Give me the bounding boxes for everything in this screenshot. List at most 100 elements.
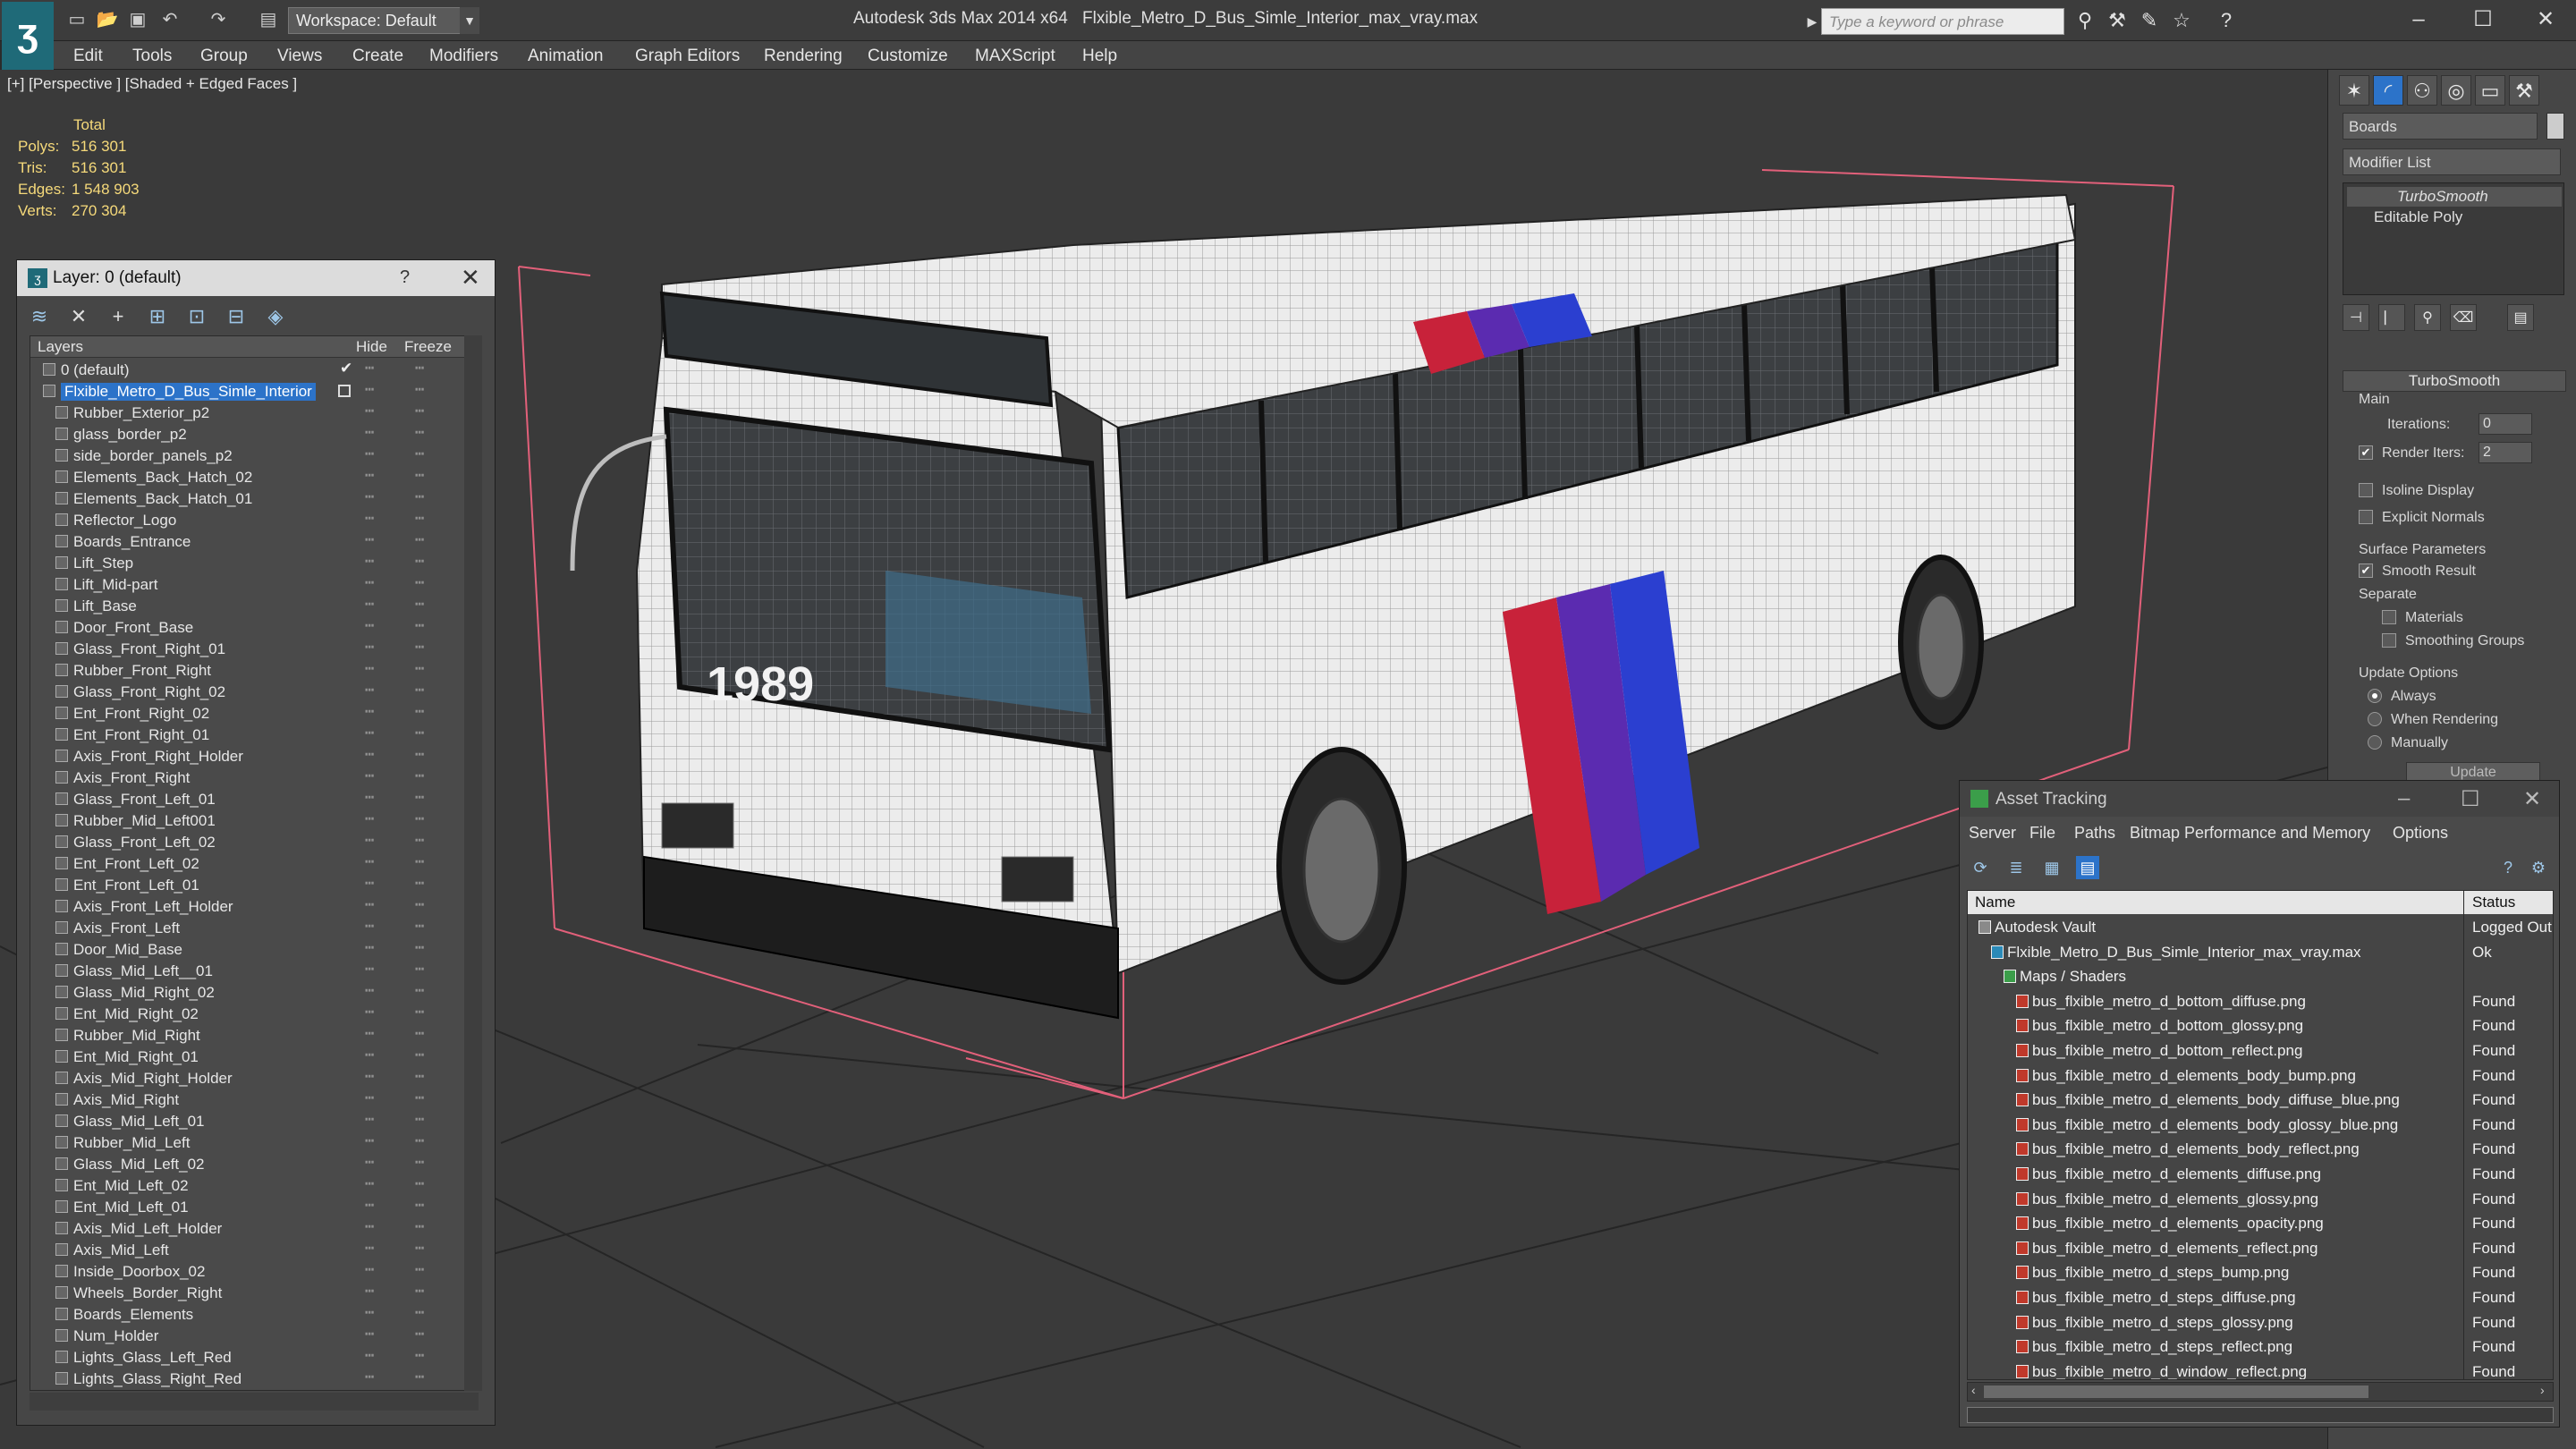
freeze-toggle-icon[interactable]: ┅ <box>415 1175 424 1193</box>
layer-row[interactable]: Ent_Front_Right_02 ┅ ┅ <box>30 703 478 724</box>
maximize-icon[interactable]: ☐ <box>2461 786 2480 812</box>
hide-toggle-icon[interactable]: ┅ <box>365 1368 374 1386</box>
freeze-toggle-icon[interactable]: ┅ <box>415 1197 424 1215</box>
layer-row[interactable]: Ent_Mid_Left_02 ┅ ┅ <box>30 1175 478 1197</box>
layer-row[interactable]: Inside_Doorbox_02 ┅ ┅ <box>30 1261 478 1283</box>
display-tab-icon[interactable]: ▭ <box>2475 75 2505 106</box>
chevron-down-icon[interactable]: ▼ <box>460 7 479 34</box>
col-freeze[interactable]: Freeze <box>404 338 452 356</box>
hide-toggle-icon[interactable]: ┅ <box>365 789 374 807</box>
binoculars-icon[interactable]: ⚲ <box>2072 7 2098 34</box>
freeze-toggle-icon[interactable]: ┅ <box>415 939 424 957</box>
layer-row[interactable]: Door_Mid_Base ┅ ┅ <box>30 939 478 961</box>
at-menu-paths[interactable]: Paths <box>2074 824 2115 843</box>
menu-tools[interactable]: Tools <box>132 47 172 66</box>
asset-tracking-title-bar[interactable]: Asset Tracking – ☐ ✕ <box>1960 781 2559 817</box>
freeze-toggle-icon[interactable]: ┅ <box>415 531 424 549</box>
layer-row[interactable]: Axis_Front_Left_Holder ┅ ┅ <box>30 896 478 918</box>
hide-toggle-icon[interactable]: ┅ <box>365 553 374 571</box>
hide-toggle-icon[interactable]: ┅ <box>365 1046 374 1064</box>
asset-row[interactable]: bus_flxible_metro_d_elements_body_glossy… <box>1968 1114 2553 1137</box>
hide-toggle-icon[interactable]: ┅ <box>365 1111 374 1129</box>
freeze-toggle-icon[interactable]: ┅ <box>415 918 424 936</box>
col-hide[interactable]: Hide <box>356 338 387 356</box>
close-icon[interactable]: ✕ <box>461 264 480 292</box>
close-icon[interactable]: ✕ <box>2521 4 2571 36</box>
menu-edit[interactable]: Edit <box>73 47 103 66</box>
layer-row[interactable]: Rubber_Mid_Left001 ┅ ┅ <box>30 810 478 832</box>
layer-panel-title-bar[interactable]: ʒ Layer: 0 (default) ? ✕ <box>17 260 495 296</box>
hide-toggle-icon[interactable]: ┅ <box>365 510 374 528</box>
asset-row[interactable]: bus_flxible_metro_d_bottom_diffuse.png Fo… <box>1968 990 2553 1013</box>
layer-row[interactable]: Rubber_Mid_Left ┅ ┅ <box>30 1132 478 1154</box>
layer-row[interactable]: Ent_Mid_Right_02 ┅ ┅ <box>30 1004 478 1025</box>
hide-toggle-icon[interactable]: ┅ <box>365 531 374 549</box>
freeze-toggle-icon[interactable]: ┅ <box>415 789 424 807</box>
hide-toggle-icon[interactable]: ┅ <box>365 1089 374 1107</box>
layer-row[interactable]: side_border_panels_p2 ┅ ┅ <box>30 445 478 467</box>
freeze-toggle-icon[interactable]: ┅ <box>415 1240 424 1258</box>
freeze-toggle-icon[interactable]: ┅ <box>415 724 424 742</box>
isoline-display-checkbox[interactable] <box>2359 483 2373 497</box>
pin-stack-icon[interactable]: ⊣ <box>2343 304 2369 331</box>
subscription-icon[interactable]: ⚒ <box>2104 7 2131 34</box>
delete-layer-icon[interactable]: ✕ <box>65 303 92 330</box>
menu-maxscript[interactable]: MAXScript <box>975 47 1055 66</box>
layer-row[interactable]: Lights_Glass_Right_Red ┅ ┅ <box>30 1368 478 1390</box>
render-iters-checkbox[interactable]: ✔ <box>2359 445 2373 460</box>
freeze-toggle-icon[interactable]: ┅ <box>415 875 424 893</box>
layer-row[interactable]: Ent_Front_Left_02 ┅ ┅ <box>30 853 478 875</box>
at-menu-server[interactable]: Server <box>1969 824 2016 843</box>
hide-toggle-icon[interactable]: ┅ <box>365 918 374 936</box>
freeze-toggle-icon[interactable]: ┅ <box>415 1261 424 1279</box>
highlight-layer-icon[interactable]: ⊟ <box>223 303 250 330</box>
asset-row[interactable]: bus_flxible_metro_d_steps_bump.png Found <box>1968 1261 2553 1284</box>
freeze-toggle-icon[interactable]: ┅ <box>415 703 424 721</box>
create-tab-icon[interactable]: ✶ <box>2339 75 2369 106</box>
asset-path-field[interactable] <box>1967 1407 2554 1423</box>
layer-row[interactable]: Ent_Front_Left_01 ┅ ┅ <box>30 875 478 896</box>
layer-row[interactable]: Boards_Entrance ┅ ┅ <box>30 531 478 553</box>
hide-all-icon[interactable]: ◈ <box>262 303 289 330</box>
freeze-toggle-icon[interactable]: ┅ <box>415 574 424 592</box>
asset-row[interactable]: bus_flxible_metro_d_elements_glossy.png F… <box>1968 1188 2553 1211</box>
close-icon[interactable]: ✕ <box>2523 786 2541 812</box>
freeze-toggle-icon[interactable]: ┅ <box>415 682 424 699</box>
menu-customize[interactable]: Customize <box>868 47 948 66</box>
layer-vertical-scrollbar[interactable] <box>464 335 482 1391</box>
freeze-toggle-icon[interactable]: ┅ <box>415 1089 424 1107</box>
favorites-star-icon[interactable]: ☆ <box>2168 7 2195 34</box>
asset-row[interactable]: bus_flxible_metro_d_bottom_glossy.png Fou… <box>1968 1014 2553 1038</box>
hide-toggle-icon[interactable]: ┅ <box>365 1304 374 1322</box>
asset-grid[interactable]: Name Status Autodesk Vault Logged Out Flxi… <box>1967 890 2554 1380</box>
freeze-toggle-icon[interactable]: ┅ <box>415 1132 424 1150</box>
layer-row[interactable]: Elements_Back_Hatch_02 ┅ ┅ <box>30 467 478 488</box>
freeze-toggle-icon[interactable]: ┅ <box>415 660 424 678</box>
layer-row[interactable]: Lift_Base ┅ ┅ <box>30 596 478 617</box>
menu-graph-editors[interactable]: Graph Editors <box>635 47 740 66</box>
layer-row[interactable]: Lights_Glass_Left_Red ┅ ┅ <box>30 1347 478 1368</box>
viewport-label[interactable]: [+] [Perspective ] [Shaded + Edged Faces… <box>7 75 297 93</box>
layer-row[interactable]: Ent_Front_Right_01 ┅ ┅ <box>30 724 478 746</box>
asset-row[interactable]: bus_flxible_metro_d_bottom_reflect.png Fo… <box>1968 1039 2553 1063</box>
freeze-toggle-icon[interactable]: ┅ <box>415 381 424 399</box>
hide-toggle-icon[interactable]: ┅ <box>365 660 374 678</box>
layer-manager-icon[interactable]: ≋ <box>26 303 53 330</box>
hide-toggle-icon[interactable]: ┅ <box>365 853 374 871</box>
hide-toggle-icon[interactable]: ┅ <box>365 875 374 893</box>
freeze-toggle-icon[interactable]: ┅ <box>415 982 424 1000</box>
freeze-toggle-icon[interactable]: ┅ <box>415 810 424 828</box>
layer-horizontal-scrollbar[interactable] <box>30 1393 479 1411</box>
asset-row[interactable]: bus_flxible_metro_d_steps_glossy.png Foun… <box>1968 1311 2553 1335</box>
freeze-toggle-icon[interactable]: ┅ <box>415 596 424 614</box>
layer-row[interactable]: Glass_Mid_Left__01 ┅ ┅ <box>30 961 478 982</box>
freeze-toggle-icon[interactable]: ┅ <box>415 445 424 463</box>
asset-horizontal-scrollbar[interactable]: ‹ › <box>1967 1382 2554 1402</box>
hide-toggle-icon[interactable]: ┅ <box>365 596 374 614</box>
hide-toggle-icon[interactable]: ┅ <box>365 746 374 764</box>
menu-group[interactable]: Group <box>200 47 248 66</box>
freeze-toggle-icon[interactable]: ┅ <box>415 1068 424 1086</box>
layer-row[interactable]: Glass_Front_Left_01 ┅ ┅ <box>30 789 478 810</box>
freeze-toggle-icon[interactable]: ┅ <box>415 639 424 657</box>
layer-row[interactable]: Axis_Front_Right ┅ ┅ <box>30 767 478 789</box>
